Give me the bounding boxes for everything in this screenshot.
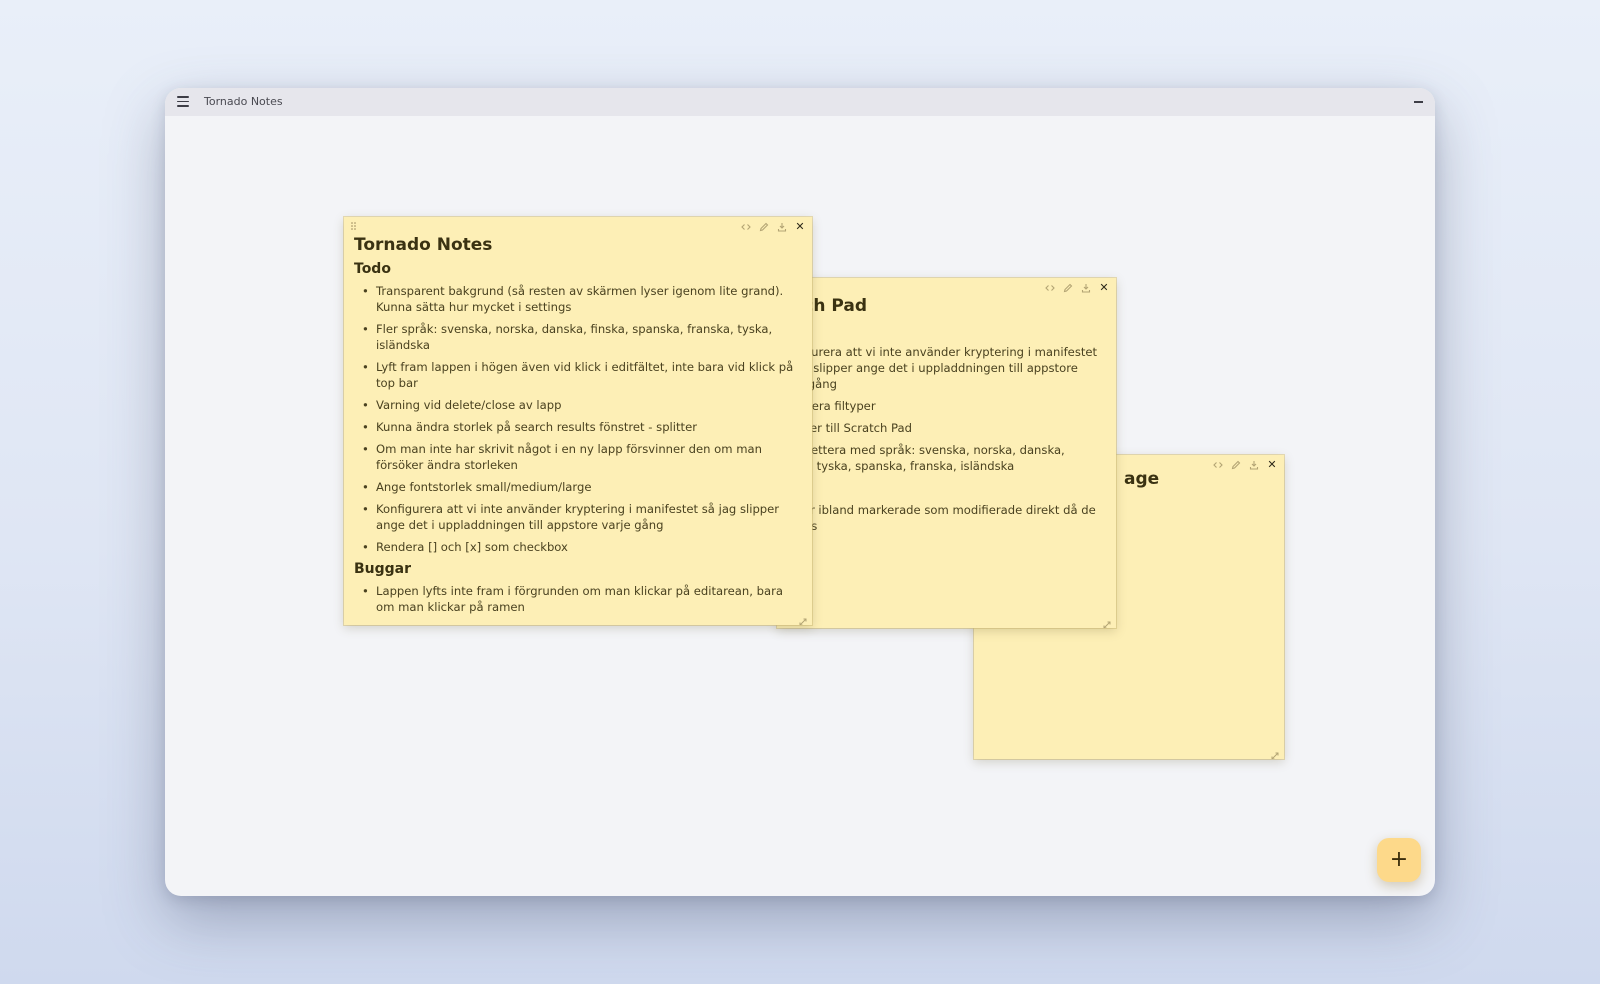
code-icon[interactable] — [1044, 282, 1056, 294]
section-heading: Todo — [777, 322, 1106, 338]
note-toolbar: ✕ — [1044, 282, 1110, 294]
close-icon[interactable]: ✕ — [1098, 282, 1110, 294]
title-bar: Tornado Notes — [165, 88, 1435, 116]
resize-icon[interactable] — [798, 612, 808, 625]
list-item: Lyft fram lappen i högen även vid klick … — [362, 359, 802, 391]
add-note-button[interactable]: + — [1377, 838, 1421, 882]
minimize-icon — [1414, 101, 1423, 103]
drag-grip-icon[interactable] — [351, 222, 357, 230]
app-window: Tornado Notes ✕ age ✕ Scratch PadTodoKon… — [165, 88, 1435, 896]
pencil-icon[interactable] — [1062, 282, 1074, 294]
list-item: Fler språk: svenska, norska, danska, fin… — [362, 321, 802, 353]
list-item: Om man inte har skrivit något i en ny la… — [362, 441, 802, 473]
minimize-button[interactable] — [1407, 92, 1431, 112]
note-card-2[interactable]: ✕ Scratch Pad Todo Konfigurera att vi inte… — [777, 278, 1116, 628]
section-heading: Todo — [354, 261, 391, 277]
list-item: Kunna ändra storlek på search results fö… — [362, 419, 802, 435]
resize-icon[interactable] — [1270, 746, 1280, 759]
list-item: Rendera [] och [x] som checkbox — [362, 539, 802, 555]
list-item: Komplettera med språk: svenska, norska, … — [777, 442, 1106, 474]
code-icon[interactable] — [740, 221, 752, 233]
list-item: Lappen lyfts inte fram i förgrunden om m… — [362, 583, 802, 615]
list-item: Filer är ibland markerade som modifierad… — [777, 502, 1106, 534]
list-item: Ange fontstorlek small/medium/large — [362, 479, 802, 495]
list-item: Transparent bakgrund (så resten av skärm… — [362, 283, 802, 315]
close-icon[interactable]: ✕ — [794, 221, 806, 233]
note-card-1[interactable]: ✕ Tornado Notes Todo Transparent bakgrund … — [344, 217, 812, 625]
note-title: Scratch Pad — [777, 296, 868, 316]
note-title: Tornado Notes — [354, 235, 493, 255]
bullet-list: Transparent bakgrund (så resten av skärm… — [354, 283, 802, 555]
bullet-list: Filer är ibland markerade som modifierad… — [777, 502, 1106, 534]
pencil-icon[interactable] — [758, 221, 770, 233]
note-toolbar: ✕ — [740, 221, 806, 233]
plus-icon: + — [1389, 847, 1409, 872]
section-heading: Buggar — [354, 561, 412, 577]
resize-icon[interactable] — [1102, 615, 1112, 628]
download-icon[interactable] — [776, 221, 788, 233]
download-icon[interactable] — [1080, 282, 1092, 294]
list-item: Associera filtyper — [777, 398, 1106, 414]
bullet-list: Konfigurera att vi inte använder krypter… — [777, 344, 1106, 474]
hamburger-menu-icon[interactable] — [177, 96, 189, 107]
app-title: Tornado Notes — [204, 95, 283, 108]
list-item: Konfigurera att vi inte använder krypter… — [362, 501, 802, 533]
list-item: Konfigurera att vi inte använder krypter… — [777, 344, 1106, 392]
list-item: Varning vid delete/close av lapp — [362, 397, 802, 413]
list-item: Dra filer till Scratch Pad — [777, 420, 1106, 436]
section-heading: Buggar — [777, 480, 1106, 496]
bullet-list: Lappen lyfts inte fram i förgrunden om m… — [354, 583, 802, 615]
